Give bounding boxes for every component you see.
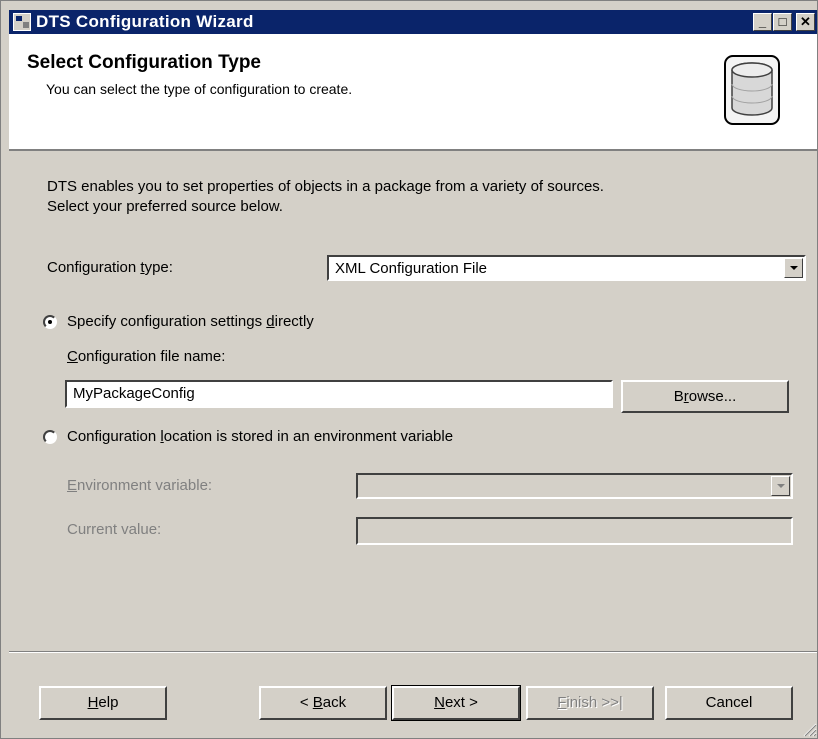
window-title: DTS Configuration Wizard (36, 12, 254, 31)
resize-grip-icon[interactable] (801, 721, 817, 737)
finish-button[interactable]: Finish >>| (526, 686, 654, 720)
next-button[interactable]: Next > (391, 685, 521, 721)
page-title: Select Configuration Type (27, 52, 262, 73)
wizard-content: DTS enables you to set properties of obj… (9, 151, 817, 651)
minimize-button[interactable]: _ (753, 13, 772, 31)
environment-variable-option-label[interactable]: Configuration location is stored in an e… (67, 428, 453, 445)
configuration-type-label: Configuration type: (47, 259, 173, 276)
current-value-label: Current value: (67, 521, 162, 538)
specify-directly-radio[interactable] (43, 315, 57, 329)
configuration-type-dropdown[interactable]: XML Configuration File (327, 255, 806, 281)
configuration-file-name-value: MyPackageConfig (73, 385, 195, 402)
intro-text-line1: DTS enables you to set properties of obj… (47, 178, 604, 195)
wizard-header: Select Configuration Type You can select… (9, 34, 817, 151)
help-button[interactable]: Help (39, 686, 167, 720)
current-value-field[interactable] (356, 517, 793, 545)
back-button[interactable]: < Back (259, 686, 387, 720)
title-bar[interactable]: DTS Configuration Wizard _ □ ✕ (9, 10, 817, 34)
environment-variable-label: Environment variable: (67, 477, 213, 494)
app-icon (13, 13, 31, 31)
maximize-button[interactable]: □ (773, 13, 792, 31)
minimize-icon: _ (758, 14, 767, 29)
configuration-type-value: XML Configuration File (335, 260, 488, 277)
configuration-file-name-label: Configuration file name: (67, 348, 226, 365)
browse-button[interactable]: Browse... (621, 380, 789, 413)
close-button[interactable]: ✕ (796, 13, 815, 31)
dts-configuration-wizard-window: DTS Configuration Wizard _ □ ✕ Select Co… (0, 0, 818, 739)
footer-divider (9, 651, 817, 653)
close-icon: ✕ (800, 14, 811, 29)
intro-text-line2: Select your preferred source below. (47, 198, 283, 215)
configuration-file-name-input[interactable]: MyPackageConfig (65, 380, 613, 408)
chevron-down-icon[interactable] (784, 258, 803, 278)
environment-variable-dropdown[interactable] (356, 473, 793, 499)
database-icon (724, 55, 780, 125)
environment-variable-radio[interactable] (43, 430, 57, 444)
cancel-button[interactable]: Cancel (665, 686, 793, 720)
page-subtitle: You can select the type of configuration… (46, 81, 353, 97)
maximize-icon: □ (778, 14, 787, 29)
specify-directly-label[interactable]: Specify configuration settings directly (67, 313, 314, 330)
chevron-down-icon[interactable] (771, 476, 790, 496)
